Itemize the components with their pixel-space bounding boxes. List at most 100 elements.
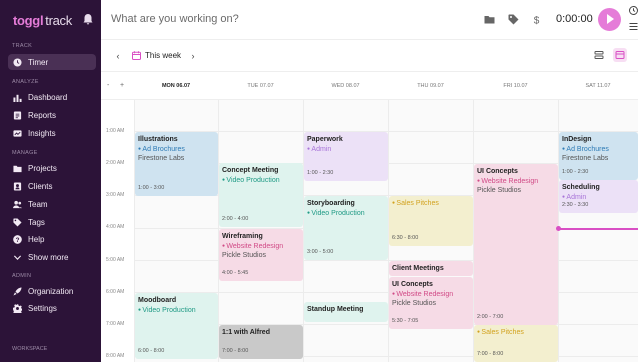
entry-time: 2:00 - 7:00 bbox=[477, 313, 504, 320]
logo[interactable]: toggl track bbox=[13, 13, 72, 28]
clock-icon[interactable] bbox=[629, 6, 638, 15]
sidebar-item-projects[interactable]: Projects bbox=[8, 160, 96, 176]
time-entry[interactable]: Sales Pitches 7:00 - 8:00 bbox=[474, 325, 558, 362]
time-entry[interactable]: Moodboard Video Production 6:00 - 8:00 bbox=[135, 293, 218, 359]
entry-time: 1:00 - 2:30 bbox=[562, 168, 589, 175]
sidebar-item-label: Projects bbox=[28, 163, 57, 173]
sidebar-item-insights[interactable]: Insights bbox=[8, 125, 96, 141]
time-entry[interactable]: Concept Meeting Video Production 2:00 - … bbox=[219, 163, 303, 227]
entry-title: Illustrations bbox=[138, 136, 178, 143]
calendar-view-toggle[interactable] bbox=[613, 48, 627, 62]
time-label: 5:00 AM bbox=[106, 257, 125, 263]
logo-main: toggl bbox=[13, 13, 44, 28]
sidebar-item-reports[interactable]: Reports bbox=[8, 107, 96, 123]
timer-bar: What are you working on? $ 0:00:00 bbox=[101, 0, 638, 40]
entry-project: Sales Pitches bbox=[477, 328, 555, 338]
folder-icon bbox=[12, 163, 22, 173]
entry-project: Website Redesign bbox=[477, 177, 555, 187]
chevron-down-icon bbox=[12, 252, 22, 262]
time-label: 7:00 AM bbox=[106, 321, 125, 327]
week-toolbar: ‹ This week › bbox=[101, 40, 638, 72]
time-entry[interactable]: Paperwork Admin 1:00 - 2:30 bbox=[304, 132, 388, 181]
time-entry[interactable]: Wireframing Website Redesign Pickle Stud… bbox=[219, 229, 303, 281]
entry-title: Paperwork bbox=[307, 136, 343, 143]
timer-display: 0:00:00 bbox=[556, 13, 593, 25]
sidebar-item-show-more[interactable]: Show more bbox=[8, 249, 96, 265]
sidebar-item-timer[interactable]: Timer bbox=[8, 54, 96, 70]
sidebar-item-tags[interactable]: Tags bbox=[8, 214, 96, 230]
entry-client: Pickle Studios bbox=[392, 300, 436, 307]
time-label: 6:00 AM bbox=[106, 289, 125, 295]
day-header[interactable]: WED 08.07 bbox=[303, 72, 388, 100]
sidebar-item-help[interactable]: ? Help bbox=[8, 231, 96, 247]
time-entry[interactable]: UI Concepts Website Redesign Pickle Stud… bbox=[389, 277, 473, 329]
sidebar-item-dashboard[interactable]: Dashboard bbox=[8, 89, 96, 105]
entry-project: Video Production bbox=[307, 209, 385, 219]
list-view-toggle[interactable] bbox=[592, 48, 606, 62]
day-header[interactable]: THU 09.07 bbox=[388, 72, 473, 100]
calendar-view-icon bbox=[615, 51, 625, 59]
description-input[interactable]: What are you working on? bbox=[111, 13, 239, 25]
sidebar-item-team[interactable]: Team bbox=[8, 196, 96, 212]
time-entry[interactable]: Storyboarding Video Production 3:00 - 5:… bbox=[304, 196, 388, 260]
logo-product: track bbox=[45, 13, 72, 28]
entry-time: 6:00 - 8:00 bbox=[138, 347, 165, 354]
time-label: 3:00 AM bbox=[106, 192, 125, 198]
entry-time: 6:30 - 8:00 bbox=[392, 234, 419, 241]
entry-time: 5:30 - 7:05 bbox=[392, 317, 419, 324]
sidebar-item-organization[interactable]: Organization bbox=[8, 283, 96, 299]
sidebar-item-label: Dashboard bbox=[28, 92, 68, 102]
svg-text:?: ? bbox=[15, 236, 19, 243]
entry-time: 1:00 - 2:30 bbox=[307, 169, 334, 176]
sidebar-item-clients[interactable]: Clients bbox=[8, 178, 96, 194]
sidebar-item-label: Organization bbox=[28, 286, 74, 296]
entry-project: Ad Brochures bbox=[562, 145, 635, 155]
sidebar-item-label: Timer bbox=[28, 57, 49, 67]
time-entry[interactable]: Sales Pitches 6:30 - 8:00 bbox=[389, 196, 473, 246]
calendar-icon[interactable] bbox=[132, 51, 141, 60]
insights-icon bbox=[12, 128, 22, 138]
time-entry[interactable]: InDesign Ad Brochures Firestone Labs 1:0… bbox=[559, 132, 638, 180]
time-entry[interactable]: Illustrations Ad Brochures Firestone Lab… bbox=[135, 132, 218, 196]
time-entry[interactable]: UI Concepts Website Redesign Pickle Stud… bbox=[474, 164, 558, 325]
day-header[interactable]: FRI 10.07 bbox=[473, 72, 558, 100]
entry-title: Storyboarding bbox=[307, 200, 355, 207]
week-selector[interactable]: This week bbox=[145, 51, 181, 60]
folder-icon[interactable] bbox=[484, 14, 495, 25]
entry-client: Pickle Studios bbox=[477, 187, 521, 194]
entry-title: InDesign bbox=[562, 136, 592, 143]
day-header[interactable]: SAT 11.07 bbox=[558, 72, 638, 100]
sidebar-item-settings[interactable]: Settings bbox=[8, 300, 96, 316]
sidebar-item-label: Clients bbox=[28, 181, 53, 191]
entry-project: Admin bbox=[307, 145, 385, 155]
day-header[interactable]: TUE 07.07 bbox=[218, 72, 303, 100]
client-icon bbox=[12, 181, 22, 191]
day-header[interactable]: MON 06.07 bbox=[134, 72, 218, 100]
time-entry[interactable]: Standup Meeting bbox=[304, 302, 388, 322]
entry-project: Sales Pitches bbox=[392, 199, 470, 209]
tag-icon[interactable] bbox=[508, 14, 519, 25]
zoom-out-button[interactable]: - bbox=[107, 82, 109, 89]
list-mode-icon[interactable] bbox=[629, 22, 638, 31]
entry-title: UI Concepts bbox=[392, 281, 433, 288]
previous-week-button[interactable]: ‹ bbox=[111, 49, 125, 63]
entry-title: Scheduling bbox=[562, 184, 600, 191]
time-entry[interactable]: Client Meetings bbox=[389, 261, 473, 276]
next-week-button[interactable]: › bbox=[186, 49, 200, 63]
entry-time: 4:00 - 5:45 bbox=[222, 269, 249, 276]
sidebar: toggl track TRACK Timer ANALYZE Dashboard… bbox=[0, 0, 101, 362]
time-entry[interactable]: 1:1 with Alfred 7:00 - 8:00 bbox=[219, 325, 303, 359]
sidebar-item-label: Team bbox=[28, 199, 48, 209]
start-timer-button[interactable] bbox=[598, 8, 621, 31]
entry-time: 7:00 - 8:00 bbox=[222, 347, 249, 354]
billable-dollar-icon[interactable]: $ bbox=[531, 14, 542, 26]
bell-icon[interactable] bbox=[82, 13, 94, 25]
entry-title: Moodboard bbox=[138, 297, 177, 304]
time-entry[interactable]: Scheduling Admin 2:30 - 3:30 bbox=[559, 180, 638, 213]
time-label: 8:00 AM bbox=[106, 353, 125, 359]
app: toggl track TRACK Timer ANALYZE Dashboard… bbox=[0, 0, 638, 362]
zoom-in-button[interactable]: + bbox=[120, 82, 124, 89]
section-analyze: ANALYZE bbox=[12, 79, 39, 85]
entry-project: Website Redesign bbox=[392, 290, 470, 300]
entry-project: Website Redesign bbox=[222, 242, 300, 252]
